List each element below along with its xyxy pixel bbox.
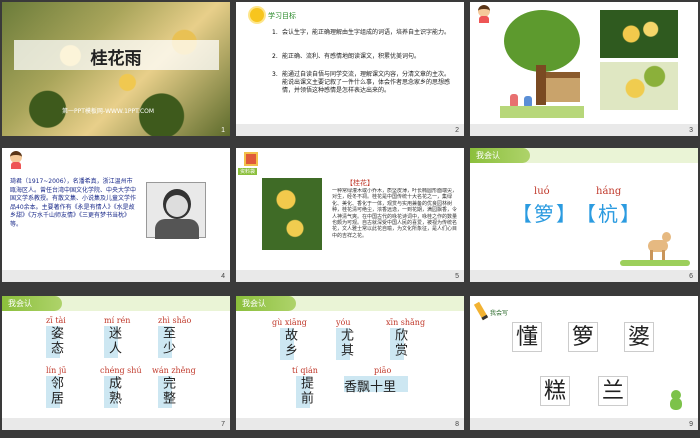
- slide-4-thumbnail[interactable]: 琦君（1917~2006），名潘希真，浙江温州市瓯海区人。曾任台湾中国文化学院、…: [2, 148, 230, 282]
- word-hanzi: 姿态: [48, 326, 63, 356]
- slide-footer-text: 第一PPT模板网-WWW.1PPT.COM: [62, 108, 155, 115]
- word-pinyin: xīn shǎng: [386, 318, 426, 327]
- word-pinyin: chéng shú: [100, 366, 142, 375]
- slide-number: 7: [221, 421, 225, 428]
- word-pinyin: zī tài: [46, 316, 66, 325]
- slide-6-thumbnail[interactable]: 我会认 luó háng 【 箩 】 【 杭 】 6: [470, 148, 698, 282]
- slide-label: 我会认: [236, 296, 296, 311]
- char-hanzi: 婆: [624, 322, 654, 352]
- word-hanzi: 至少: [160, 326, 175, 356]
- slide-label: 我会认: [2, 296, 62, 311]
- word-hanzi: 欣赏: [392, 328, 407, 358]
- word-hanzi: 迷人: [106, 326, 121, 356]
- slide-footer-bar: [236, 418, 464, 430]
- slide-5-thumbnail[interactable]: 资料袋 【桂花】 一种常绿灌木或小乔木，质坚皮薄，叶长椭圆形面端尖，对生，经冬不…: [236, 148, 464, 282]
- word-pinyin: tí qián: [292, 366, 318, 375]
- goal-text: 能通过自读自悟与同学交流，理解课文内容，分清文章的主次。能说出课文主要记叙了一件…: [282, 71, 451, 94]
- char-pinyin: háng: [596, 186, 622, 197]
- word-hanzi: 尤其: [338, 328, 353, 358]
- slide-number: 2: [455, 127, 459, 134]
- word-hanzi: 故乡: [282, 328, 297, 358]
- osmanthus-photo-top: [600, 10, 678, 58]
- slide-number: 4: [221, 273, 225, 280]
- slide-9-thumbnail[interactable]: 我会写 懂 箩 婆 糕 兰 9: [470, 296, 698, 430]
- slide-3-thumbnail[interactable]: 3: [470, 2, 698, 136]
- bracket-right: 】: [556, 202, 576, 226]
- tree-illustration: [500, 10, 584, 118]
- slide-2-thumbnail[interactable]: 学习目标 1. 会认生字，能正确理解由生字组成的词语，培养自主识字能力。 2. …: [236, 2, 464, 136]
- word-pinyin: yóu: [336, 318, 351, 327]
- goal-number: 3.: [272, 71, 278, 78]
- slide-footer-bar: [236, 124, 464, 136]
- slide-number: 8: [455, 421, 459, 428]
- slide-label: 我会认: [470, 148, 530, 163]
- grass-decoration: [620, 260, 690, 266]
- slide-footer-bar: [2, 418, 230, 430]
- goal-number: 1.: [272, 29, 278, 36]
- slide-title: 桂花雨: [90, 49, 142, 69]
- osmanthus-photo-bottom: [600, 62, 678, 110]
- goal-text: 会认生字，能正确理解由生字组成的词语，培养自主识字能力。: [282, 29, 451, 36]
- bracket-left: 【: [512, 202, 532, 226]
- goal-text: 能正确、流利、有感情地朗读课文，积累优美词句。: [282, 53, 421, 60]
- slide-footer-bar: [470, 124, 698, 136]
- slide-number: 1: [221, 127, 225, 134]
- slide-number: 5: [455, 273, 459, 280]
- sun-icon: [250, 8, 264, 22]
- slide-number: 9: [689, 421, 693, 428]
- boy-icon: [8, 151, 24, 169]
- osmanthus-photo: [262, 178, 322, 250]
- char-hanzi: 懂: [512, 322, 542, 352]
- word-pinyin: gù xiāng: [272, 318, 307, 327]
- slide-label: 我会写: [490, 310, 509, 317]
- word-pinyin: wán zhěng: [152, 366, 196, 375]
- char-hanzi: 糕: [540, 376, 570, 406]
- slide-header: 学习目标: [268, 12, 296, 20]
- slide-footer-bar: [236, 270, 464, 282]
- author-portrait: [146, 182, 206, 239]
- char-pinyin: luó: [534, 186, 550, 197]
- char-hanzi: 箩: [534, 202, 554, 226]
- char-hanzi: 杭: [598, 202, 618, 226]
- goal-number: 2.: [272, 53, 278, 60]
- word-pinyin: piāo: [374, 366, 392, 375]
- word-pinyin: lín jū: [46, 366, 67, 375]
- word-hanzi: 邻居: [48, 376, 63, 406]
- word-hanzi: 香飘十里: [344, 380, 397, 395]
- boy-icon: [476, 5, 492, 23]
- word-hanzi: 完整: [160, 376, 175, 406]
- slide-1-thumbnail[interactable]: 桂花雨 第一PPT模板网-WWW.1PPT.COM 1: [2, 2, 230, 136]
- dinosaur-icon: [668, 390, 684, 412]
- slide-7-thumbnail[interactable]: 我会认 zī tài 姿态 mí rén 迷人 zhì shǎo 至少 lín …: [2, 296, 230, 430]
- section-heading: 【桂花】: [346, 179, 374, 187]
- deer-illustration: [642, 232, 672, 262]
- section-body: 一种常绿灌木或小乔木，质坚皮薄，叶长椭圆形面端尖，对生，经冬不凋。桂花是中国传统…: [332, 188, 458, 239]
- slide-footer-bar: [470, 270, 698, 282]
- slide-footer-bar: [470, 418, 698, 430]
- bracket-left: 【: [576, 202, 596, 226]
- bracket-right: 】: [620, 202, 640, 226]
- word-hanzi: 成熟: [106, 376, 121, 406]
- char-hanzi: 箩: [568, 322, 598, 352]
- slide-number: 3: [689, 127, 693, 134]
- slide-footer-bar: [2, 270, 230, 282]
- book-icon: [244, 152, 258, 166]
- slide-8-thumbnail[interactable]: 我会认 gù xiāng 故乡 yóu 尤其 xīn shǎng 欣赏 tí q…: [236, 296, 464, 430]
- word-pinyin: zhì shǎo: [158, 316, 192, 325]
- author-bio: 琦君（1917~2006），名潘希真，浙江温州市瓯海区人。曾任台湾中国文化学院、…: [10, 178, 137, 228]
- word-pinyin: mí rén: [104, 316, 131, 325]
- word-hanzi: 提前: [298, 376, 313, 406]
- tag-label: 资料袋: [238, 168, 258, 175]
- pencil-icon: [473, 301, 489, 321]
- char-hanzi: 兰: [598, 376, 628, 406]
- slide-number: 6: [689, 273, 693, 280]
